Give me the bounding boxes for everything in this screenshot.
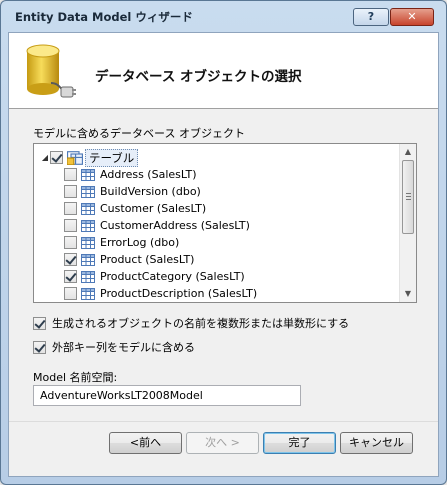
root-checkbox[interactable] xyxy=(50,151,63,164)
scroll-up-icon[interactable]: ▲ xyxy=(400,144,416,160)
table-label: Product (SalesLT) xyxy=(100,253,195,266)
table-row[interactable]: BuildVersion (dbo) xyxy=(64,183,201,200)
prev-button[interactable]: <前へ xyxy=(109,432,182,454)
tables-folder-icon xyxy=(67,150,83,165)
scroll-down-icon[interactable]: ▼ xyxy=(400,286,416,302)
tree-root-label: テーブル xyxy=(85,148,139,167)
foreign-keys-label: 外部キー列をモデルに含める xyxy=(52,341,195,354)
table-row[interactable]: Address (SalesLT) xyxy=(64,166,197,183)
table-icon xyxy=(81,236,95,249)
footer-divider xyxy=(9,421,438,422)
table-checkbox[interactable] xyxy=(64,202,77,215)
table-icon xyxy=(81,253,95,266)
table-label: Address (SalesLT) xyxy=(100,168,197,181)
table-checkbox[interactable] xyxy=(64,219,77,232)
namespace-input[interactable]: AdventureWorksLT2008Model xyxy=(33,385,301,406)
pluralize-checkbox[interactable] xyxy=(33,316,46,330)
scroll-thumb[interactable] xyxy=(402,160,414,234)
cancel-button[interactable]: キャンセル xyxy=(340,432,413,454)
table-icon xyxy=(81,270,95,283)
table-row[interactable]: ProductCategory (SalesLT) xyxy=(64,268,245,285)
wizard-window: Entity Data Model ウィザード ? ✕ データベース オブジェク… xyxy=(0,0,447,485)
foreign-keys-option[interactable]: 外部キー列をモデルに含める xyxy=(33,339,195,355)
pluralize-label: 生成されるオブジェクトの名前を複数形または単数形にする xyxy=(52,317,350,330)
table-label: ErrorLog (dbo) xyxy=(100,236,180,249)
pluralize-option[interactable]: 生成されるオブジェクトの名前を複数形または単数形にする xyxy=(33,315,349,331)
page-title: データベース オブジェクトの選択 xyxy=(95,69,302,85)
foreign-keys-checkbox[interactable] xyxy=(33,340,46,354)
table-checkbox[interactable] xyxy=(64,270,77,283)
table-checkbox[interactable] xyxy=(64,168,77,181)
table-row[interactable]: CustomerAddress (SalesLT) xyxy=(64,217,250,234)
table-row[interactable]: Customer (SalesLT) xyxy=(64,200,206,217)
tree-root-row[interactable]: ◢ テーブル xyxy=(40,148,139,167)
table-row[interactable]: ErrorLog (dbo) xyxy=(64,234,179,251)
wizard-header: データベース オブジェクトの選択 xyxy=(9,33,438,109)
title-bar[interactable]: Entity Data Model ウィザード ? ✕ xyxy=(1,1,446,31)
table-row[interactable]: ProductDescription (SalesLT) xyxy=(64,285,257,302)
table-icon xyxy=(81,202,95,215)
table-label: Customer (SalesLT) xyxy=(100,202,207,215)
close-button[interactable]: ✕ xyxy=(390,8,434,26)
table-label: ProductDescription (SalesLT) xyxy=(100,287,258,300)
table-label: BuildVersion (dbo) xyxy=(100,185,201,198)
database-plug-icon xyxy=(26,44,76,98)
table-icon xyxy=(81,168,95,181)
table-checkbox[interactable] xyxy=(64,287,77,300)
table-checkbox[interactable] xyxy=(64,253,77,266)
table-checkbox[interactable] xyxy=(64,236,77,249)
finish-button[interactable]: 完了 xyxy=(263,432,336,454)
object-tree[interactable]: ◢ テーブル Address (SalesLT) BuildVersion (db… xyxy=(33,143,417,303)
next-button[interactable]: 次へ > xyxy=(186,432,259,454)
dialog-client: データベース オブジェクトの選択 モデルに含めるデータベース オブジェクト ◢ … xyxy=(8,32,439,477)
help-button[interactable]: ? xyxy=(353,8,389,26)
table-icon xyxy=(81,185,95,198)
table-label: CustomerAddress (SalesLT) xyxy=(100,219,250,232)
table-row[interactable]: Product (SalesLT) xyxy=(64,251,194,268)
collapse-triangle-icon[interactable]: ◢ xyxy=(40,153,50,162)
window-title: Entity Data Model ウィザード xyxy=(15,10,193,24)
table-icon xyxy=(81,219,95,232)
tree-scrollbar[interactable]: ▲ ▼ xyxy=(399,144,416,302)
table-label: ProductCategory (SalesLT) xyxy=(100,270,245,283)
table-checkbox[interactable] xyxy=(64,185,77,198)
table-icon xyxy=(81,287,95,300)
objects-group-label: モデルに含めるデータベース オブジェクト xyxy=(33,127,245,140)
namespace-label: Model 名前空間: xyxy=(33,371,118,384)
